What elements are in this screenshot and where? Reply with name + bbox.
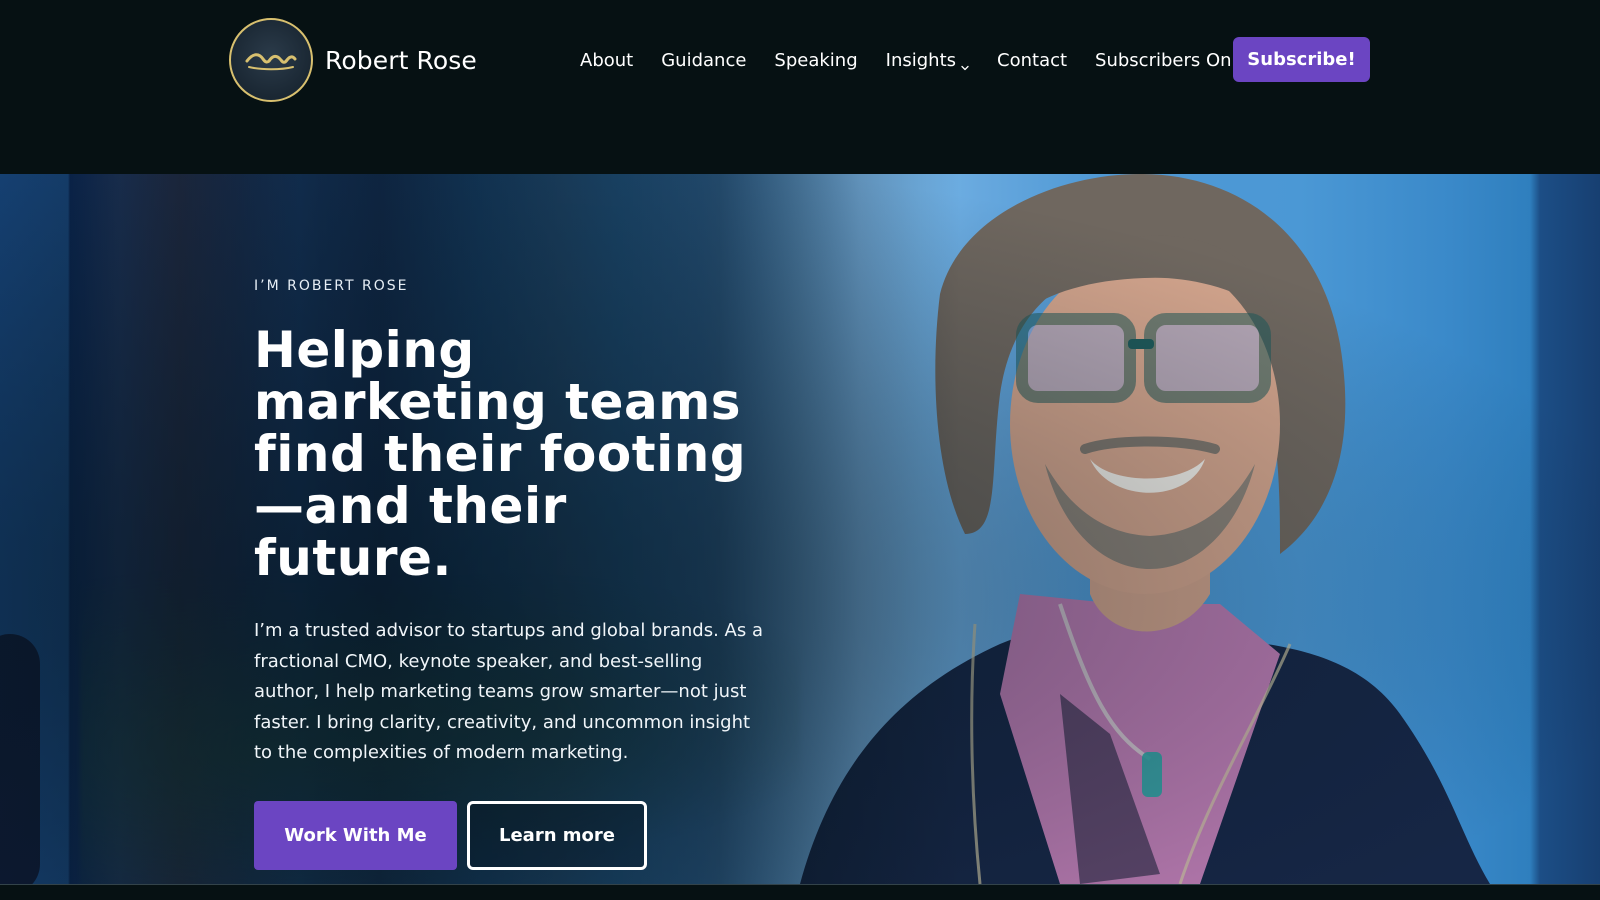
learn-more-button-label: Learn more [499, 824, 615, 846]
nav-speaking-label: Speaking [774, 49, 858, 71]
nav-speaking[interactable]: Speaking [774, 50, 857, 71]
nav-insights-label: Insights [885, 49, 957, 71]
nav-guidance-label: Guidance [661, 49, 747, 71]
nav-insights[interactable]: Insights [886, 50, 969, 71]
subscribe-button[interactable]: Subscribe! [1233, 37, 1370, 82]
page-bottom-strip [0, 884, 1600, 900]
nav-contact-label: Contact [997, 49, 1068, 71]
site-header: Robert Rose About Guidance Speaking Insi… [0, 0, 1600, 174]
hero-cta-row: Work With Me Learn more [254, 800, 774, 870]
nav-subscribers-only[interactable]: Subscribers Only [1095, 50, 1247, 71]
nav-guidance[interactable]: Guidance [661, 50, 746, 71]
hero-lede: I’m a trusted advisor to startups and gl… [254, 620, 763, 763]
subscribe-button-label: Subscribe! [1247, 49, 1356, 70]
hero-headline: Helping marketing teams find their footi… [254, 321, 747, 587]
hero-content: I’M ROBERT ROSE Helping marketing teams … [254, 278, 774, 870]
nav-subscribers-only-label: Subscribers Only [1095, 49, 1248, 71]
hero-eyebrow: I’M ROBERT ROSE [254, 278, 409, 294]
hero-section: I’M ROBERT ROSE Helping marketing teams … [0, 174, 1600, 884]
logo-icon [229, 18, 313, 102]
work-with-me-button-label: Work With Me [284, 824, 427, 846]
brand-name: Robert Rose [325, 45, 477, 75]
learn-more-button[interactable]: Learn more [467, 800, 647, 870]
hero-overlay [0, 174, 1600, 884]
work-with-me-button[interactable]: Work With Me [254, 800, 457, 870]
nav-contact[interactable]: Contact [997, 50, 1067, 71]
chevron-down-icon [961, 56, 969, 71]
nav-about-label: About [580, 49, 634, 71]
primary-nav: About Guidance Speaking Insights Contact… [580, 46, 1247, 74]
nav-about[interactable]: About [580, 50, 633, 71]
brand-home-link[interactable]: Robert Rose [229, 18, 477, 102]
